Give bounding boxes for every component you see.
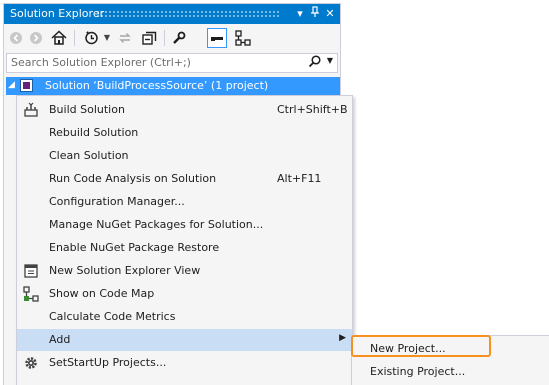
- solution-node[interactable]: ◢ Solution ‘BuildProcessSource’ (1 proje…: [6, 77, 340, 95]
- pin-icon[interactable]: [308, 6, 322, 21]
- toolbar-separator: [74, 30, 75, 46]
- title-bar-grip: [96, 10, 280, 17]
- code-map-icon: [23, 286, 39, 302]
- menu-item-label: Run Code Analysis on Solution: [49, 172, 217, 185]
- search-box[interactable]: Search Solution Explorer (Ctrl+;) ▼: [6, 53, 338, 73]
- menu-item-label: Configuration Manager...: [49, 195, 185, 208]
- menu-item-label: Build Solution: [49, 103, 125, 116]
- search-options-dropdown-icon[interactable]: ▼: [327, 56, 333, 65]
- show-on-code-map-icon[interactable]: [234, 28, 252, 48]
- menu-item-label: SetStartUp Projects...: [49, 356, 167, 369]
- menu-item-label: Clean Solution: [49, 149, 129, 162]
- menu-item-configuration-manager[interactable]: Configuration Manager...: [17, 191, 352, 213]
- menu-item-label: Enable NuGet Package Restore: [49, 241, 220, 254]
- sync-icon[interactable]: [116, 28, 134, 48]
- menu-item-rebuild-solution[interactable]: Rebuild Solution: [17, 122, 352, 144]
- menu-item-new-solution-explorer-view[interactable]: New Solution Explorer View: [17, 260, 352, 282]
- menu-item-manage-nuget-packages[interactable]: Manage NuGet Packages for Solution...: [17, 214, 352, 236]
- menu-item-enable-nuget-restore[interactable]: Enable NuGet Package Restore: [17, 237, 352, 259]
- solution-icon: [20, 79, 33, 92]
- menu-item-label: New Solution Explorer View: [49, 264, 201, 277]
- home-icon[interactable]: [50, 28, 68, 48]
- context-menu: Build Solution Ctrl+Shift+B Rebuild Solu…: [16, 95, 353, 385]
- menu-item-label: Rebuild Solution: [49, 126, 139, 139]
- menu-item-set-startup-projects[interactable]: SetStartUp Projects...: [17, 352, 352, 374]
- panel-title: Solution Explorer: [10, 7, 105, 20]
- panel-title-bar[interactable]: Solution Explorer ▾ ✕: [4, 4, 340, 24]
- menu-item-label: Show on Code Map: [49, 287, 155, 300]
- history-icon[interactable]: [82, 28, 100, 48]
- build-icon: [23, 102, 39, 118]
- gear-icon: [23, 355, 39, 371]
- submenu-arrow-icon: ▶: [339, 333, 346, 343]
- menu-item-label: Manage NuGet Packages for Solution...: [49, 218, 264, 231]
- forward-icon[interactable]: [28, 28, 44, 48]
- window-position-dropdown-icon[interactable]: ▾: [293, 6, 307, 21]
- menu-item-show-on-code-map[interactable]: Show on Code Map: [17, 283, 352, 305]
- properties-icon[interactable]: [170, 28, 188, 48]
- panel-toolbar: ▼: [4, 25, 340, 51]
- menu-item-clean-solution[interactable]: Clean Solution: [17, 145, 352, 167]
- solution-label: Solution ‘BuildProcessSource’ (1 project…: [45, 79, 269, 92]
- expand-collapse-icon[interactable]: ◢: [8, 80, 15, 90]
- back-icon[interactable]: [8, 28, 24, 48]
- history-dropdown-icon[interactable]: ▼: [102, 28, 112, 48]
- highlight-ring: [351, 335, 491, 357]
- new-view-icon: [23, 263, 39, 279]
- search-input[interactable]: Search Solution Explorer (Ctrl+;): [11, 56, 191, 69]
- menu-item-add[interactable]: Add ▶: [17, 329, 352, 351]
- submenu-item-existing-project[interactable]: Existing Project...: [352, 360, 549, 382]
- menu-item-label: Calculate Code Metrics: [49, 310, 176, 323]
- toolbar-separator: [164, 30, 165, 46]
- preview-selected-items-icon[interactable]: [207, 28, 227, 48]
- close-icon[interactable]: ✕: [323, 6, 337, 21]
- collapse-all-icon[interactable]: [140, 28, 158, 48]
- menu-item-shortcut: Ctrl+Shift+B: [277, 103, 348, 116]
- menu-item-shortcut: Alt+F11: [277, 172, 322, 185]
- search-icon[interactable]: [308, 55, 321, 71]
- menu-item-label: Add: [49, 333, 71, 346]
- menu-item-build-solution[interactable]: Build Solution Ctrl+Shift+B: [17, 99, 352, 121]
- menu-item-calculate-code-metrics[interactable]: Calculate Code Metrics: [17, 306, 352, 328]
- menu-item-run-code-analysis[interactable]: Run Code Analysis on Solution Alt+F11: [17, 168, 352, 190]
- submenu-item-label: Existing Project...: [370, 365, 466, 378]
